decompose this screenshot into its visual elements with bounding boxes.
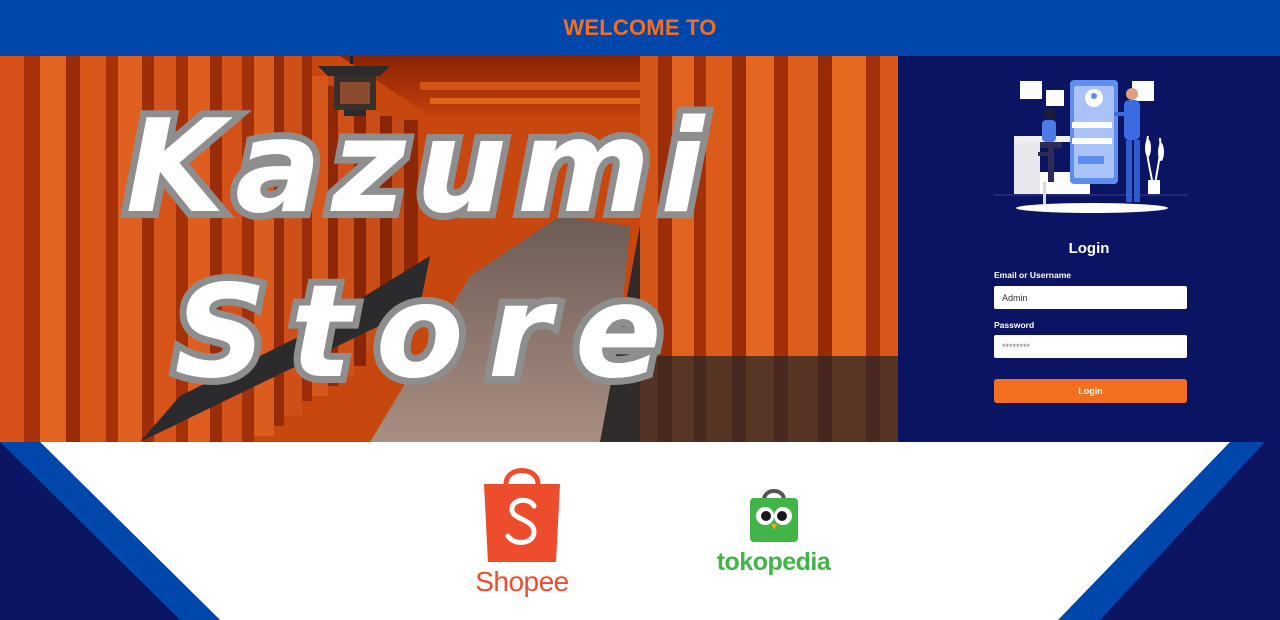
tokopedia-bag-icon xyxy=(749,489,798,542)
username-input[interactable] xyxy=(994,286,1187,309)
password-input[interactable] xyxy=(994,335,1187,358)
welcome-title: WELCOME TO xyxy=(563,15,717,40)
shopee-link[interactable]: Shopee xyxy=(468,460,576,598)
shopee-bag-icon xyxy=(484,468,560,562)
password-label: Password xyxy=(994,320,1035,330)
username-label: Email or Username xyxy=(994,270,1072,280)
tokopedia-link[interactable]: tokopedia xyxy=(706,486,841,577)
login-title: Login xyxy=(1068,240,1110,257)
decorative-background xyxy=(0,442,1280,620)
login-illustration xyxy=(994,80,1188,213)
hero-title-line1: Kazumi xyxy=(126,93,714,242)
hero-image: Kazumi Store xyxy=(0,56,898,442)
header-bar: WELCOME TO xyxy=(0,0,1280,56)
login-panel: Login Email or Username Password Login xyxy=(898,56,1280,442)
login-button[interactable]: Login xyxy=(994,379,1187,403)
shopee-label: Shopee xyxy=(475,566,569,597)
tokopedia-label: tokopedia xyxy=(716,548,831,576)
hero-title-line2: Store xyxy=(174,258,685,407)
marketplace-section: Shopee tokopedia xyxy=(0,442,1280,620)
hero-banner: Kazumi Store xyxy=(0,56,898,442)
